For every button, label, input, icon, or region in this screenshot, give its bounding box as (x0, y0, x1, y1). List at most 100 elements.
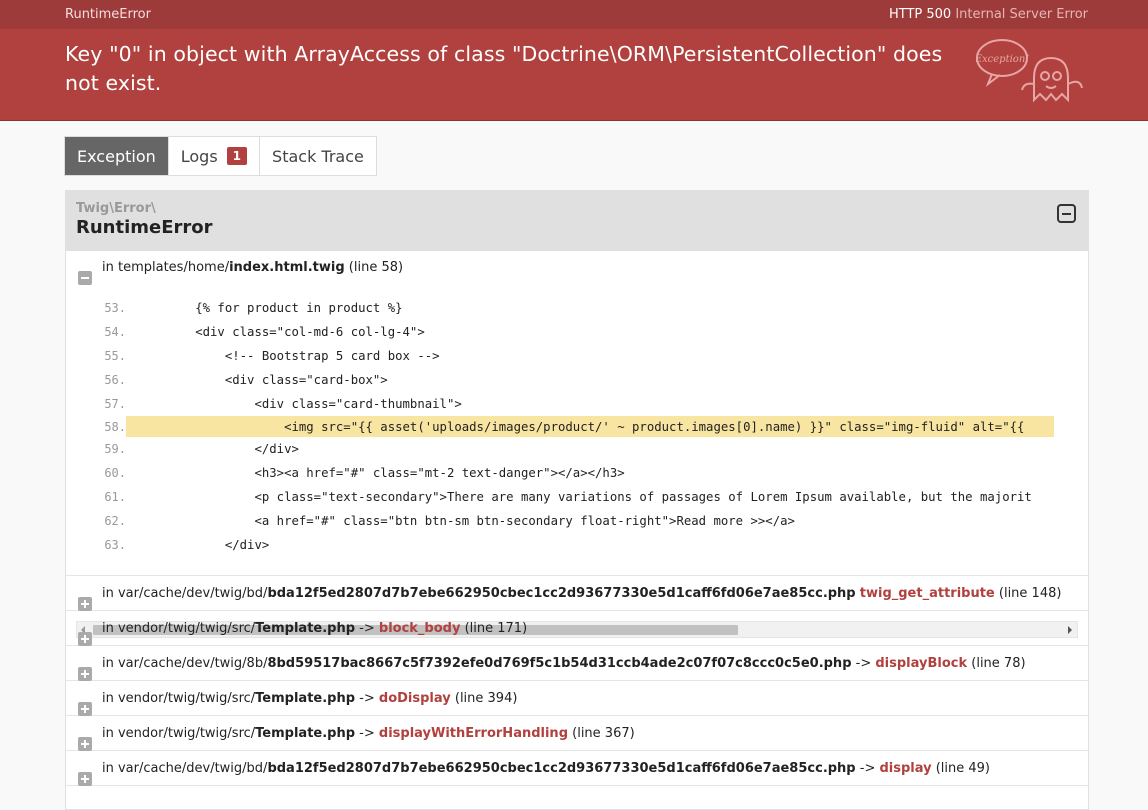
trace-prefix: in (102, 621, 118, 636)
tab-logs[interactable]: Logs 1 (169, 137, 261, 175)
code-line: 63. </div> (102, 533, 1054, 557)
collapse-minus-icon[interactable] (78, 271, 92, 285)
trace-dir: vendor/twig/twig/src/ (117, 621, 256, 636)
code-line: 60. <h3><a href="#" class="mt-2 text-dan… (102, 461, 1054, 485)
trace-prefix: in (102, 656, 118, 671)
exception-type: RuntimeError (65, 7, 151, 22)
line-number: 55. (104, 349, 126, 363)
trace-arrow: -> (355, 621, 379, 636)
trace-file: bda12f5ed2807d7b7ebe662950cbec1cc2d93677… (267, 586, 856, 601)
collapse-icon[interactable] (1057, 204, 1076, 223)
trace-arrow: -> (355, 691, 379, 706)
tab-exception-label: Exception (77, 146, 156, 166)
trace-row[interactable]: in vendor/twig/twig/src/Template.php -> … (66, 716, 1088, 751)
code-line: 57. <div class="card-thumbnail"> (102, 392, 1054, 416)
line-number: 61. (104, 490, 126, 504)
trace-prefix: in (102, 761, 118, 776)
expand-plus-icon[interactable] (78, 702, 92, 716)
trace-prefix: in (102, 726, 118, 741)
source-dir: templates/home/ (118, 260, 230, 275)
tab-logs-label: Logs (180, 146, 218, 166)
source-file: index.html.twig (229, 260, 345, 275)
trace-file: 8bd59517bac8667c5f7392efe0d769f5c1b54d31… (267, 656, 852, 671)
code-line: 62. <a href="#" class="btn btn-sm btn-se… (102, 509, 1054, 533)
line-number: 57. (104, 397, 126, 411)
trace-prefix: in (102, 691, 118, 706)
trace-line: (line 171) (460, 621, 528, 636)
code-text: <div class="card-thumbnail"> (136, 397, 462, 411)
exception-ghost-icon: Exception! (976, 39, 1083, 103)
line-number: 60. (104, 466, 126, 480)
tab-stack-trace[interactable]: Stack Trace (260, 137, 376, 175)
code-text: <h3><a href="#" class="mt-2 text-danger"… (136, 466, 625, 480)
trace-dir: var/cache/dev/twig/bd/ (117, 586, 268, 601)
code-line: 61. <p class="text-secondary">There are … (102, 485, 1054, 509)
source-location: in templates/home/index.html.twig (line … (102, 260, 404, 275)
code-text: <!-- Bootstrap 5 card box --> (136, 349, 440, 363)
expand-plus-icon[interactable] (78, 667, 92, 681)
trace-row[interactable]: in vendor/twig/twig/src/Template.php -> … (66, 611, 1088, 646)
exception-header: Key "0" in object with ArrayAccess of cl… (0, 29, 1148, 121)
trace-prefix: in (102, 586, 118, 601)
exception-namespace: Twig\Error\ (76, 201, 156, 216)
trace-arrow: -> (355, 726, 379, 741)
http-status: HTTP 500 Internal Server Error (889, 7, 1088, 22)
tab-exception[interactable]: Exception (65, 137, 169, 175)
code-text: <img src="{{ asset('uploads/images/produ… (136, 419, 1025, 434)
trace-dir: var/cache/dev/twig/8b/ (117, 656, 268, 671)
trace-dir: vendor/twig/twig/src/ (117, 691, 256, 706)
line-number: 58. (104, 419, 126, 434)
code-text: <a href="#" class="btn btn-sm btn-second… (136, 514, 795, 528)
line-number: 54. (104, 325, 126, 339)
code-snippet: 53. {% for product in product %} 54. <div… (102, 296, 1054, 557)
trace-file: bda12f5ed2807d7b7ebe662950cbec1cc2d93677… (267, 761, 856, 776)
tab-stack-trace-label: Stack Trace (272, 146, 364, 166)
trace-dir: var/cache/dev/twig/bd/ (117, 761, 268, 776)
code-line: 53. {% for product in product %} (102, 296, 1054, 320)
expand-plus-icon[interactable] (78, 632, 92, 646)
trace-function: displayWithErrorHandling (378, 726, 568, 741)
trace-function: displayBlock (875, 656, 968, 671)
http-code: HTTP 500 (888, 7, 952, 22)
trace-file: Template.php (255, 691, 356, 706)
expand-plus-icon[interactable] (78, 597, 92, 611)
trace-file: Template.php (255, 726, 356, 741)
trace-line: (line 49) (931, 761, 991, 776)
line-number: 56. (104, 373, 126, 387)
line-number: 59. (104, 442, 126, 456)
code-line-highlighted: 58. <img src="{{ asset('uploads/images/p… (104, 416, 1054, 437)
expand-plus-icon[interactable] (78, 737, 92, 751)
trace-row[interactable]: in vendor/twig/twig/src/Template.php -> … (66, 681, 1088, 716)
trace-dir: vendor/twig/twig/src/ (117, 726, 256, 741)
trace-row[interactable]: in var/cache/dev/twig/bd/bda12f5ed2807d7… (66, 576, 1088, 611)
line-number: 62. (104, 514, 126, 528)
code-line: 54. <div class="col-md-6 col-lg-4"> (102, 320, 1054, 344)
code-line: 55. <!-- Bootstrap 5 card box --> (102, 344, 1054, 368)
code-text: </div> (136, 442, 299, 456)
exception-panel: Twig\Error\ RuntimeError in templates/ho… (65, 190, 1089, 810)
code-text: </div> (136, 538, 270, 552)
trace-list: in var/cache/dev/twig/bd/bda12f5ed2807d7… (66, 576, 1088, 786)
trace-arrow: -> (851, 656, 876, 671)
code-text: <div class="card-box"> (136, 373, 388, 387)
expand-plus-icon[interactable] (78, 772, 92, 786)
code-text: <p class="text-secondary">There are many… (136, 490, 1032, 504)
exception-class-header: Twig\Error\ RuntimeError (66, 191, 1088, 251)
line-number: 63. (104, 538, 126, 552)
trace-function: doDisplay (378, 691, 451, 706)
line-number: 53. (104, 301, 126, 315)
code-text: {% for product in product %} (136, 301, 403, 315)
trace-function: display (879, 761, 932, 776)
trace-function: block_body (378, 621, 461, 636)
exception-message: Key "0" in object with ArrayAccess of cl… (65, 42, 943, 95)
trace-row[interactable]: in var/cache/dev/twig/8b/8bd59517bac8667… (66, 646, 1088, 681)
exception-class: RuntimeError (76, 217, 213, 238)
trace-arrow: -> (855, 761, 880, 776)
code-line: 59. </div> (102, 437, 1054, 461)
trace-row[interactable]: in var/cache/dev/twig/bd/bda12f5ed2807d7… (66, 751, 1088, 786)
trace-line: (line 148) (994, 586, 1062, 601)
trace-row-source: in templates/home/index.html.twig (line … (66, 251, 1088, 638)
logo-text: Exception! (976, 54, 1029, 65)
trace-line: (line 394) (450, 691, 518, 706)
tab-bar: Exception Logs 1 Stack Trace (64, 136, 377, 176)
